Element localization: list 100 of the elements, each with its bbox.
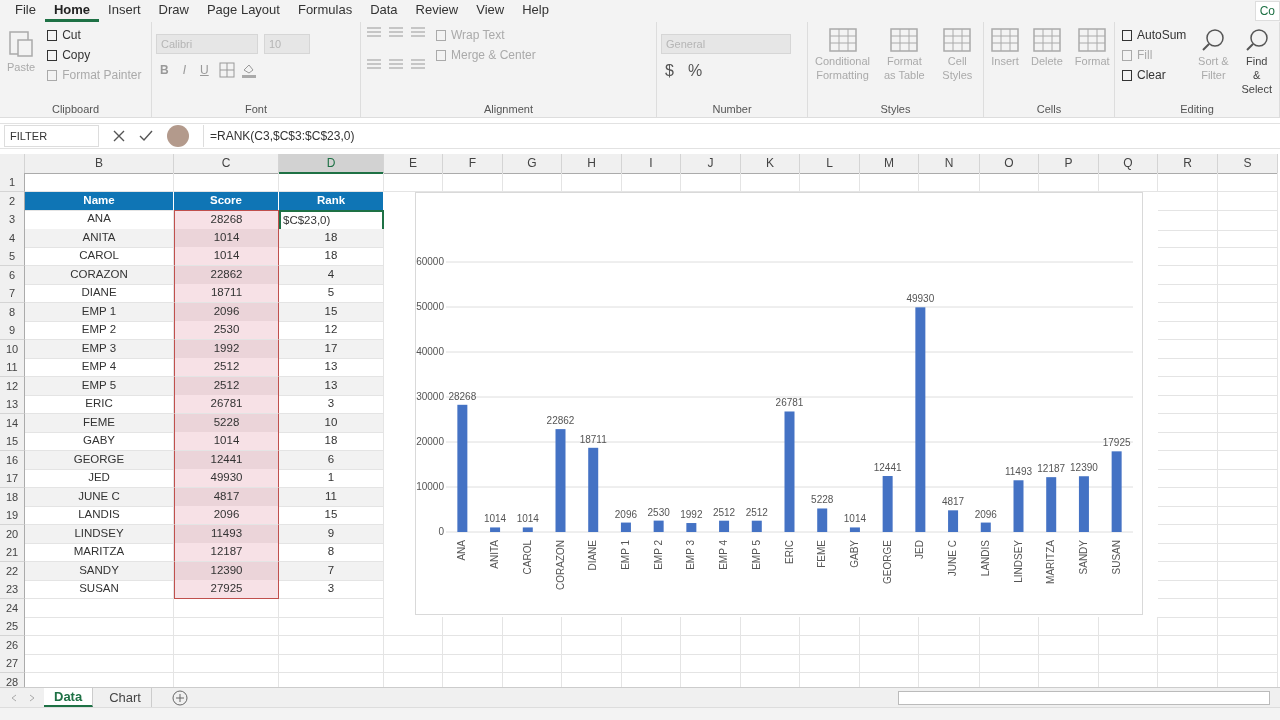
empty-cell[interactable] [741, 635, 800, 655]
ribbon-button[interactable]: Copy [44, 46, 144, 64]
ribbon-tab[interactable]: Review [406, 0, 468, 22]
empty-cell[interactable] [384, 654, 443, 673]
empty-cell[interactable] [443, 617, 503, 636]
empty-cell[interactable] [1158, 654, 1218, 673]
empty-cell[interactable] [443, 635, 503, 655]
empty-cell[interactable] [1218, 376, 1278, 396]
empty-cell[interactable] [279, 654, 384, 673]
empty-cell[interactable] [562, 654, 622, 673]
empty-cell[interactable] [1218, 506, 1278, 525]
row-header[interactable]: 11 [0, 358, 25, 377]
formula-field[interactable]: =RANK(C3,$C$3:$C$23,0) [203, 125, 1280, 147]
empty-cell[interactable] [1218, 413, 1278, 433]
column-header[interactable]: K [741, 154, 800, 174]
select-all-button[interactable] [0, 154, 25, 174]
empty-cell[interactable] [1218, 247, 1278, 266]
empty-cell[interactable] [860, 635, 919, 655]
empty-cell[interactable] [1218, 487, 1278, 507]
empty-cell[interactable] [1218, 358, 1278, 377]
empty-cell[interactable] [503, 617, 562, 636]
empty-cell[interactable] [1158, 487, 1218, 507]
empty-cell[interactable] [1158, 191, 1218, 211]
empty-cell[interactable] [919, 635, 980, 655]
empty-cell[interactable] [1158, 432, 1218, 451]
row-header[interactable]: 5 [0, 247, 25, 266]
empty-cell[interactable] [980, 617, 1039, 636]
ribbon-tab[interactable]: Formulas [288, 0, 362, 22]
row-header[interactable]: 17 [0, 469, 25, 488]
empty-cell[interactable] [1158, 469, 1218, 488]
empty-cell[interactable] [1158, 543, 1218, 562]
column-header[interactable]: R [1158, 154, 1218, 174]
column-header[interactable]: P [1039, 154, 1099, 174]
chart-background[interactable] [415, 192, 1143, 615]
column-header[interactable]: J [681, 154, 741, 174]
row-header[interactable]: 3 [0, 210, 25, 231]
empty-cell[interactable] [681, 654, 741, 673]
empty-cell[interactable] [980, 654, 1039, 673]
empty-cell[interactable] [1099, 617, 1158, 636]
column-header[interactable]: N [919, 154, 980, 174]
column-header[interactable]: H [562, 154, 622, 174]
empty-cell[interactable] [1158, 339, 1218, 359]
empty-cell[interactable] [1158, 506, 1218, 525]
row-header[interactable]: 13 [0, 395, 25, 414]
empty-cell[interactable] [1158, 210, 1218, 231]
empty-cell[interactable] [1158, 635, 1218, 655]
row-header[interactable]: 25 [0, 617, 25, 636]
empty-cell[interactable] [1158, 228, 1218, 248]
empty-cell[interactable] [800, 654, 860, 673]
empty-cell[interactable] [279, 598, 384, 618]
empty-cell[interactable] [384, 635, 443, 655]
row-header[interactable]: 27 [0, 654, 25, 673]
sheet-tab[interactable]: Data [44, 688, 94, 707]
row-header[interactable]: 7 [0, 284, 25, 303]
empty-cell[interactable] [1218, 321, 1278, 340]
column-header[interactable]: C [174, 154, 279, 174]
empty-cell[interactable] [562, 635, 622, 655]
empty-cell[interactable] [1218, 191, 1278, 211]
empty-cell[interactable] [443, 654, 503, 673]
empty-cell[interactable] [503, 635, 562, 655]
empty-cell[interactable] [1218, 469, 1278, 488]
ribbon-button[interactable]: Clear [1119, 66, 1189, 84]
empty-cell[interactable] [1218, 395, 1278, 414]
empty-cell[interactable] [1158, 302, 1218, 322]
empty-cell[interactable] [919, 617, 980, 636]
empty-cell[interactable] [174, 635, 279, 655]
empty-cell[interactable] [980, 635, 1039, 655]
column-header[interactable]: E [384, 154, 443, 174]
empty-cell[interactable] [1158, 284, 1218, 303]
empty-cell[interactable] [1158, 617, 1218, 636]
empty-cell[interactable] [503, 654, 562, 673]
empty-cell[interactable] [681, 635, 741, 655]
empty-cell[interactable] [1218, 265, 1278, 285]
empty-cell[interactable] [1158, 598, 1218, 618]
empty-cell[interactable] [1039, 654, 1099, 673]
empty-cell[interactable] [1158, 413, 1218, 433]
empty-cell[interactable] [1218, 654, 1278, 673]
empty-cell[interactable] [1218, 432, 1278, 451]
ribbon-tab[interactable]: Page Layout [197, 0, 289, 22]
empty-cell[interactable] [741, 617, 800, 636]
empty-cell[interactable] [174, 617, 279, 636]
empty-cell[interactable] [1218, 635, 1278, 655]
ribbon-button[interactable]: Find & Select [1238, 26, 1275, 99]
column-header[interactable]: I [622, 154, 681, 174]
empty-cell[interactable] [1039, 617, 1099, 636]
percent-button[interactable]: % [683, 62, 707, 80]
empty-cell[interactable] [1218, 524, 1278, 544]
column-header[interactable]: D [279, 154, 384, 174]
ribbon-tab[interactable]: File [6, 0, 45, 22]
empty-cell[interactable] [1218, 302, 1278, 322]
row-header[interactable]: 15 [0, 432, 25, 451]
empty-cell[interactable] [1158, 580, 1218, 599]
ribbon-button[interactable]: Cut [44, 26, 144, 44]
empty-cell[interactable] [1218, 284, 1278, 303]
cancel-icon[interactable] [113, 130, 125, 142]
empty-cell[interactable] [1158, 450, 1218, 470]
row-header[interactable]: 23 [0, 580, 25, 599]
empty-cell[interactable] [1158, 395, 1218, 414]
empty-cell[interactable] [174, 598, 279, 618]
ribbon-tab[interactable]: Data [361, 0, 407, 22]
